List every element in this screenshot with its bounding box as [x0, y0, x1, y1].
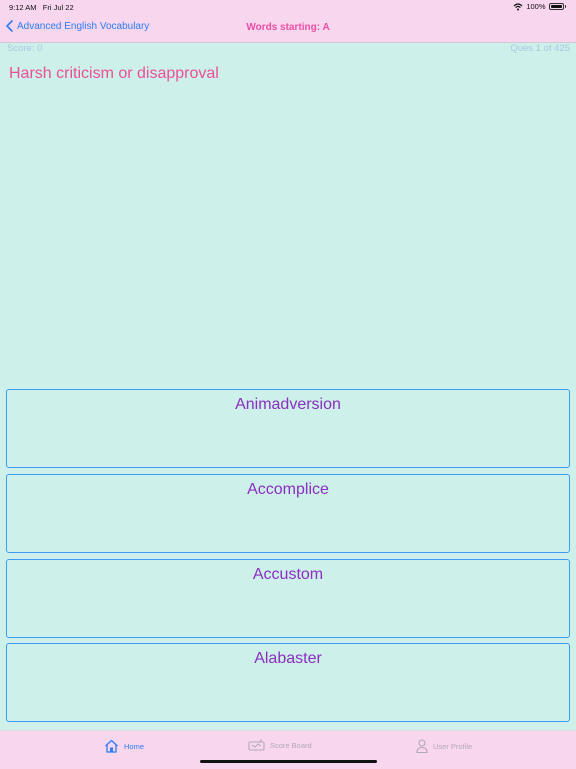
tab-score-board[interactable]: Score Board	[248, 739, 312, 751]
tab-score-board-label: Score Board	[270, 740, 312, 750]
wifi-icon	[513, 2, 523, 10]
answer-option-1[interactable]: Animadversion	[6, 389, 570, 468]
scoreboard-icon	[248, 739, 265, 751]
answer-option-label: Alabaster	[254, 650, 322, 667]
answer-option-label: Accomplice	[247, 481, 329, 498]
score-label: Score: 0	[7, 43, 43, 54]
answer-option-4[interactable]: Alabaster	[6, 643, 570, 722]
battery-percent: 100%	[526, 2, 546, 11]
tab-user-profile[interactable]: User Profile	[416, 739, 472, 753]
user-icon	[416, 739, 428, 753]
answer-option-2[interactable]: Accomplice	[6, 474, 570, 553]
status-clock: 9:12 AM	[9, 3, 37, 12]
tab-home[interactable]: Home	[104, 739, 144, 753]
tab-home-label: Home	[124, 741, 145, 751]
answer-option-label: Accustom	[252, 566, 324, 583]
tab-bar: Home Score Board User Profile	[0, 730, 576, 769]
question-text: Harsh criticism or disapproval	[9, 65, 219, 82]
status-time: 9:12 AM Fri Jul 22	[9, 3, 74, 12]
tab-user-profile-label: User Profile	[433, 741, 473, 751]
question-progress: Ques 1 of 425	[510, 43, 570, 54]
status-date: Fri Jul 22	[42, 3, 74, 12]
answer-option-label: Animadversion	[235, 396, 341, 413]
battery-tip	[564, 5, 566, 8]
battery-icon	[548, 3, 564, 10]
page-title: Words starting: A	[246, 22, 330, 33]
answer-option-3[interactable]: Accustom	[6, 559, 570, 638]
top-bar: 9:12 AM Fri Jul 22 100% Advanced English…	[0, 0, 576, 43]
home-indicator	[200, 760, 377, 763]
status-indicators: 100%	[513, 2, 566, 11]
home-icon	[105, 739, 118, 753]
